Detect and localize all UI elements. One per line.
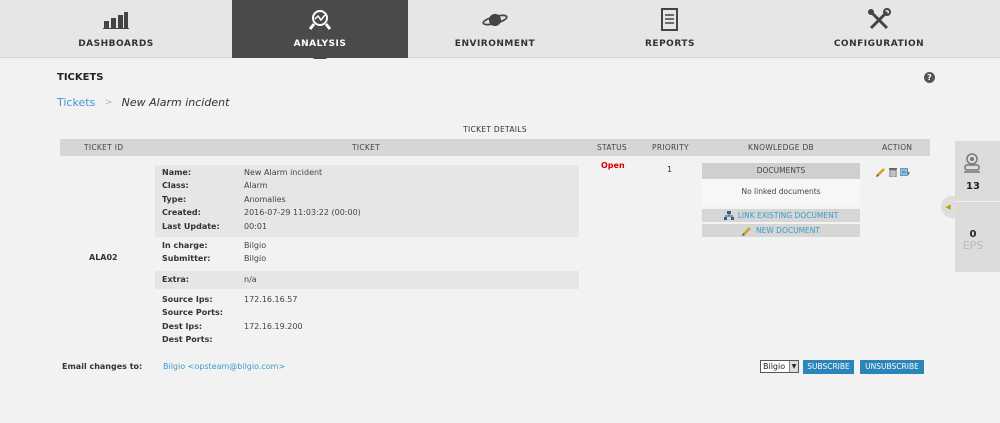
detail-label: Type:	[162, 194, 187, 204]
header-action: ACTION	[882, 143, 913, 152]
nav-label: ENVIRONMENT	[454, 39, 536, 49]
header-ticket: TICKET	[352, 143, 381, 152]
header-knowledge-db: KNOWLEDGE DB	[748, 143, 814, 152]
detail-row: Created: 2016-07-29 11:03:22 (00:00)	[155, 206, 579, 219]
breadcrumb: Tickets > New Alarm incident	[57, 96, 229, 109]
detail-label: Extra:	[162, 275, 189, 284]
nav-label: REPORTS	[645, 39, 695, 49]
detail-row: Submitter: Bilgio	[155, 252, 579, 265]
main-content: TICKETS ? Tickets > New Alarm incident T…	[0, 59, 1000, 423]
alarm-siren-icon	[963, 152, 981, 174]
new-document-label: NEW DOCUMENT	[756, 226, 820, 235]
pencil-icon	[742, 226, 752, 236]
nav-environment[interactable]: ENVIRONMENT	[408, 0, 582, 58]
link-existing-document-label: LINK EXISTING DOCUMENT	[737, 211, 839, 220]
subscribe-button[interactable]: SUBSCRIBE	[803, 360, 854, 374]
detail-row: Type: Anomalies	[155, 193, 579, 206]
subscriber-select[interactable]: Bilgio ▼	[760, 360, 799, 373]
help-icon[interactable]: ?	[924, 72, 935, 83]
network-link-icon	[723, 211, 734, 220]
detail-group-people: In charge: Bilgio Submitter: Bilgio	[155, 238, 579, 268]
detail-label: Class:	[162, 181, 189, 191]
detail-label: Dest Ports:	[162, 335, 213, 345]
detail-group-network: Source Ips: 172.16.16.57 Source Ports: De…	[155, 291, 579, 347]
action-icons	[876, 167, 910, 177]
collapse-arrow-icon: ◀	[945, 203, 951, 211]
delete-trash-icon[interactable]	[888, 167, 898, 177]
nav-label: ANALYSIS	[293, 39, 347, 49]
detail-label: Dest Ips:	[162, 321, 203, 331]
bar-chart-icon	[103, 7, 129, 33]
detail-row: In charge: Bilgio	[155, 239, 579, 252]
top-navigation: DASHBOARDS ANALYSIS ENVIRONMENT REPORTS …	[0, 0, 1000, 65]
side-divider	[955, 201, 1000, 202]
export-icon[interactable]	[900, 167, 910, 177]
detail-label: Submitter:	[162, 254, 211, 264]
email-recipient-link[interactable]: Bilgio <opsteam@bilgio.com>	[163, 362, 285, 371]
detail-value: n/a	[244, 275, 257, 284]
detail-label: Name:	[162, 168, 192, 177]
detail-value: New Alarm incident	[244, 168, 323, 177]
detail-row: Last Update: 00:01	[155, 220, 579, 233]
email-changes-label: Email changes to:	[62, 362, 143, 371]
detail-value: 172.16.19.200	[244, 321, 303, 331]
detail-value: Alarm	[244, 181, 268, 191]
unsubscribe-button[interactable]: UNSUBSCRIBE	[860, 360, 924, 374]
detail-group-extra: Extra: n/a	[155, 271, 579, 289]
detail-value: Bilgio	[244, 241, 267, 250]
detail-row: Source Ips: 172.16.16.57	[155, 293, 579, 306]
magnifier-analysis-icon	[307, 7, 333, 33]
detail-value: 2016-07-29 11:03:22 (00:00)	[244, 208, 361, 218]
detail-label: Created:	[162, 208, 201, 218]
documents-header: DOCUMENTS	[702, 163, 860, 179]
section-title: TICKET DETAILS	[463, 125, 527, 134]
nav-dashboards[interactable]: DASHBOARDS	[0, 0, 232, 58]
detail-group-info: Name: New Alarm incident Class: Alarm Type…	[155, 165, 579, 237]
edit-pencil-icon[interactable]	[876, 167, 886, 177]
alarm-count: 13	[966, 181, 980, 192]
status-badge: Open	[601, 161, 625, 170]
nav-configuration[interactable]: CONFIGURATION	[758, 0, 1000, 58]
nav-analysis[interactable]: ANALYSIS	[232, 0, 408, 65]
detail-row: Class: Alarm	[155, 179, 579, 192]
header-ticket-id: TICKET ID	[84, 143, 124, 152]
detail-label: In charge:	[162, 241, 208, 250]
document-icon	[657, 7, 683, 33]
header-priority: PRIORITY	[652, 143, 689, 152]
detail-row: Dest Ips: 172.16.19.200	[155, 320, 579, 333]
nav-label: CONFIGURATION	[833, 39, 925, 49]
ticket-id: ALA02	[89, 253, 118, 262]
detail-row: Name: New Alarm incident	[155, 166, 579, 179]
side-status-panel: 13 0 EPS	[955, 141, 1000, 272]
table-header: TICKET ID TICKET STATUS PRIORITY KNOWLED…	[60, 139, 930, 156]
priority-value: 1	[667, 165, 673, 174]
detail-label: Source Ips:	[162, 295, 213, 304]
chevron-down-icon: ▼	[789, 361, 798, 372]
breadcrumb-tickets-link[interactable]: Tickets	[57, 96, 95, 109]
link-existing-document-button[interactable]: LINK EXISTING DOCUMENT	[702, 209, 860, 222]
detail-label: Last Update:	[162, 221, 220, 231]
detail-row: Dest Ports:	[155, 333, 579, 346]
breadcrumb-current: New Alarm incident	[121, 96, 230, 109]
subscriber-select-value: Bilgio	[763, 362, 786, 371]
detail-label: Source Ports:	[162, 308, 223, 318]
planet-icon	[482, 7, 508, 33]
detail-row: Extra: n/a	[155, 273, 579, 286]
breadcrumb-separator: >	[104, 97, 113, 108]
detail-value: 172.16.16.57	[244, 295, 298, 304]
knowledge-db-panel: DOCUMENTS No linked documents LINK EXIST…	[702, 163, 860, 238]
tools-icon	[866, 7, 892, 33]
detail-value: 00:01	[244, 221, 268, 231]
detail-value: Bilgio	[244, 254, 267, 264]
header-status: STATUS	[597, 143, 627, 152]
eps-label: EPS	[962, 239, 984, 252]
detail-value: Anomalies	[244, 194, 286, 204]
page-title: TICKETS	[57, 72, 104, 83]
new-document-button[interactable]: NEW DOCUMENT	[702, 224, 860, 237]
detail-row: Source Ports:	[155, 306, 579, 319]
nav-reports[interactable]: REPORTS	[582, 0, 758, 58]
no-documents-text: No linked documents	[702, 179, 860, 207]
nav-label: DASHBOARDS	[78, 39, 154, 49]
